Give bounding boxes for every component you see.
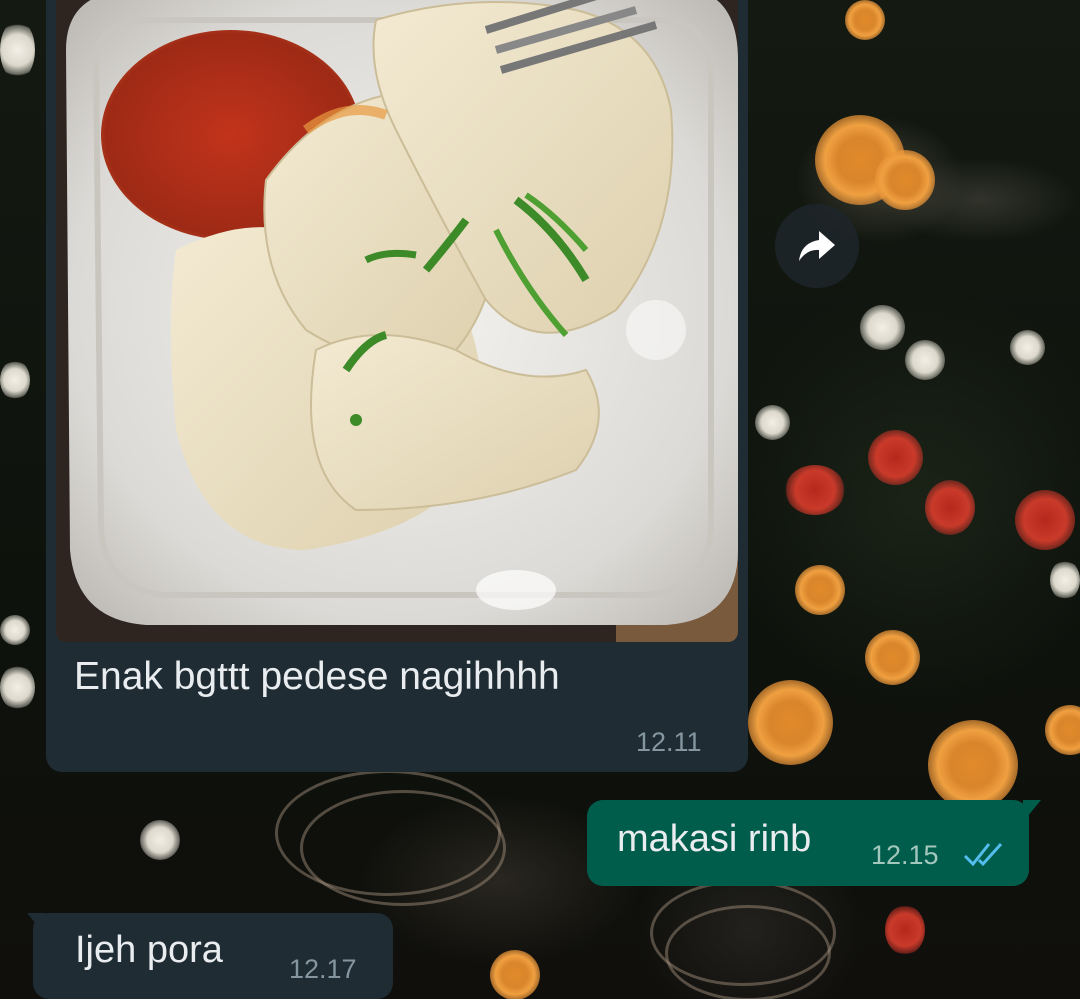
wallpaper-flower xyxy=(490,950,540,999)
wallpaper-flower xyxy=(860,305,905,350)
wallpaper-flower xyxy=(0,20,35,80)
message-timestamp: 12.17 xyxy=(289,954,357,984)
dumpling-photo-art xyxy=(56,0,738,642)
message-caption: Enak bgttt pedese nagihhhh xyxy=(74,655,560,698)
wallpaper-flower xyxy=(845,0,885,40)
wallpaper-flower xyxy=(905,340,945,380)
wallpaper-flower xyxy=(1045,705,1080,755)
message-text: Ijeh pora xyxy=(75,929,223,971)
wallpaper-flower xyxy=(0,360,30,400)
wallpaper-flower xyxy=(1050,560,1080,600)
wallpaper-flower xyxy=(875,150,935,210)
wallpaper-flower xyxy=(785,465,845,515)
wallpaper-flower xyxy=(928,720,1018,810)
wallpaper-flower xyxy=(868,430,923,485)
wallpaper-flower xyxy=(748,680,833,765)
wallpaper-flower xyxy=(1015,490,1075,550)
wallpaper-flower xyxy=(755,405,790,440)
wallpaper-flower xyxy=(865,630,920,685)
wallpaper-flower xyxy=(795,565,845,615)
message-timestamp: 12.11 xyxy=(636,727,702,757)
incoming-text-message[interactable]: Ijeh pora 12.17 xyxy=(33,913,393,999)
forward-icon xyxy=(799,231,835,261)
wallpaper-skeleton-rib xyxy=(665,905,831,999)
wallpaper-flower xyxy=(0,665,35,710)
message-text: makasi rinb xyxy=(617,818,812,860)
message-timestamp: 12.15 xyxy=(871,840,939,870)
wallpaper-flower xyxy=(925,480,975,535)
wallpaper-flower xyxy=(0,615,30,645)
wallpaper-flower xyxy=(140,820,180,860)
outgoing-text-message[interactable]: makasi rinb 12.15 xyxy=(587,800,1029,886)
double-check-icon xyxy=(963,842,1003,867)
wallpaper-skeleton-rib xyxy=(300,790,506,906)
forward-button[interactable] xyxy=(775,204,859,288)
incoming-image-message[interactable]: Enak bgttt pedese nagihhhh 12.11 xyxy=(46,0,748,772)
dumpling-photo[interactable] xyxy=(56,0,738,642)
wallpaper-flower xyxy=(885,905,925,955)
wallpaper-flower xyxy=(1010,330,1045,365)
